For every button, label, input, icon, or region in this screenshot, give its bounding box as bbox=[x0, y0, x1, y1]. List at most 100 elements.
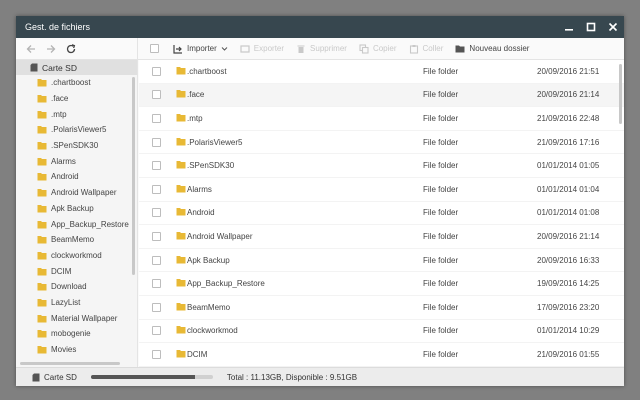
file-row[interactable]: .SPenSDK30 File folder 01/01/2014 01:05 bbox=[139, 154, 624, 178]
file-date: 20/09/2016 16:33 bbox=[537, 255, 600, 265]
tree-item-label: App_Backup_Restore bbox=[51, 219, 129, 229]
tree-item[interactable]: LazyList bbox=[16, 295, 137, 311]
file-row[interactable]: App_Backup_Restore File folder 19/09/2016 … bbox=[139, 272, 624, 296]
select-all-checkbox[interactable] bbox=[150, 44, 159, 53]
file-row[interactable]: Alarms File folder 01/01/2014 01:04 bbox=[139, 178, 624, 202]
folder-icon bbox=[176, 349, 186, 358]
file-row[interactable]: Android Wallpaper File folder 20/09/2016 2… bbox=[139, 225, 624, 249]
paste-button[interactable]: Coller bbox=[409, 44, 443, 54]
delete-button[interactable]: Supprimer bbox=[296, 44, 347, 54]
sidebar-vertical-scrollbar[interactable] bbox=[132, 77, 135, 275]
minimize-button[interactable] bbox=[558, 16, 580, 38]
folder-icon-wrap bbox=[176, 231, 186, 242]
file-name: Android bbox=[187, 208, 215, 218]
row-checkbox[interactable] bbox=[152, 255, 161, 265]
row-checkbox[interactable] bbox=[152, 326, 161, 336]
file-date: 01/01/2014 01:05 bbox=[537, 161, 600, 171]
toolbar: Importer Exporter Supprimer Copier Colle… bbox=[16, 37, 624, 60]
tree-item[interactable]: Apk Backup bbox=[16, 201, 137, 217]
file-row[interactable]: .mtp File folder 21/09/2016 22:48 bbox=[139, 107, 624, 131]
file-row[interactable]: clockworkmod File folder 01/01/2014 10:29 bbox=[139, 320, 624, 344]
folder-icon bbox=[455, 45, 465, 53]
new-folder-button[interactable]: Nouveau dossier bbox=[455, 44, 529, 53]
tree-item-label: Alarms bbox=[51, 156, 76, 166]
file-row[interactable]: BeamMemo File folder 17/09/2016 23:20 bbox=[139, 296, 624, 320]
file-type: File folder bbox=[423, 184, 459, 194]
sidebar-horizontal-scrollbar[interactable] bbox=[20, 362, 120, 365]
folder-icon bbox=[176, 231, 186, 240]
file-row[interactable]: .chartboost File folder 20/09/2016 21:51 bbox=[139, 60, 624, 84]
refresh-button[interactable] bbox=[64, 42, 78, 56]
storage-usage-bar bbox=[90, 375, 213, 379]
maximize-button[interactable] bbox=[580, 16, 602, 38]
row-checkbox[interactable] bbox=[152, 302, 161, 312]
tree-item-label: DCIM bbox=[51, 266, 72, 276]
file-type: File folder bbox=[423, 90, 459, 100]
back-button[interactable] bbox=[24, 42, 38, 56]
file-row[interactable]: Android File folder 01/01/2014 01:08 bbox=[139, 202, 624, 226]
folder-icon bbox=[176, 208, 186, 216]
tree-item[interactable]: mobogenie bbox=[16, 326, 137, 342]
import-button[interactable]: Importer bbox=[173, 44, 228, 54]
folder-icon bbox=[176, 302, 186, 311]
file-type: File folder bbox=[423, 161, 459, 171]
row-checkbox[interactable] bbox=[152, 137, 161, 147]
tree-item[interactable]: clockworkmod bbox=[16, 248, 137, 264]
file-type: File folder bbox=[423, 113, 459, 123]
file-list-scrollbar[interactable] bbox=[619, 64, 622, 124]
tree-item[interactable]: App_Backup_Restore bbox=[16, 216, 137, 232]
status-drive-label: Carte SD bbox=[44, 372, 77, 382]
tree-item[interactable]: .mtp bbox=[16, 106, 137, 122]
tree-item-label: .mtp bbox=[51, 109, 67, 119]
folder-icon bbox=[37, 189, 47, 197]
delete-label: Supprimer bbox=[310, 44, 347, 53]
row-checkbox[interactable] bbox=[152, 113, 161, 123]
file-name: BeamMemo bbox=[187, 302, 231, 312]
tree-item[interactable]: Movies bbox=[16, 342, 137, 358]
navigation-buttons bbox=[16, 37, 138, 60]
folder-icon bbox=[37, 314, 47, 323]
row-checkbox[interactable] bbox=[152, 66, 161, 76]
tree-item[interactable]: .PolarisViewer5 bbox=[16, 122, 137, 138]
forward-button[interactable] bbox=[44, 42, 58, 56]
copy-button[interactable]: Copier bbox=[359, 43, 397, 54]
row-checkbox[interactable] bbox=[152, 90, 161, 100]
arrow-left-icon bbox=[26, 44, 35, 53]
tree-item[interactable]: DCIM bbox=[16, 263, 137, 279]
row-checkbox[interactable] bbox=[152, 161, 161, 171]
tree-item[interactable]: Download bbox=[16, 279, 137, 295]
row-checkbox[interactable] bbox=[152, 208, 161, 218]
file-row[interactable]: DCIM File folder 21/09/2016 01:55 bbox=[139, 343, 624, 367]
tree-item[interactable]: .chartboost bbox=[16, 75, 137, 91]
paste-icon bbox=[409, 44, 418, 54]
export-button[interactable]: Exporter bbox=[240, 44, 284, 54]
folder-icon bbox=[37, 157, 47, 166]
row-checkbox[interactable] bbox=[152, 231, 161, 241]
close-button[interactable] bbox=[602, 16, 624, 38]
file-row[interactable]: .PolarisViewer5 File folder 21/09/2016 17:… bbox=[139, 131, 624, 155]
tree-item[interactable]: BeamMemo bbox=[16, 232, 137, 248]
new-folder-label: Nouveau dossier bbox=[469, 44, 530, 53]
tree-root-sd-card[interactable]: Carte SD bbox=[16, 60, 137, 75]
folder-icon bbox=[37, 173, 47, 181]
row-checkbox[interactable] bbox=[152, 184, 161, 194]
tree-item[interactable]: Material Wallpaper bbox=[16, 310, 137, 326]
file-type: File folder bbox=[423, 231, 459, 241]
folder-icon bbox=[37, 204, 47, 213]
tree-item[interactable]: .SPenSDK30 bbox=[16, 138, 137, 154]
file-date: 20/09/2016 21:14 bbox=[537, 231, 600, 241]
folder-icon bbox=[37, 220, 47, 229]
folder-icon-wrap bbox=[176, 349, 186, 360]
file-row[interactable]: .face File folder 20/09/2016 21:14 bbox=[139, 83, 624, 108]
file-row[interactable]: Apk Backup File folder 20/09/2016 16:33 bbox=[139, 249, 624, 273]
row-checkbox[interactable] bbox=[152, 349, 161, 359]
row-checkbox[interactable] bbox=[152, 279, 161, 289]
tree-item[interactable]: Android bbox=[16, 169, 137, 185]
tree-item[interactable]: Alarms bbox=[16, 153, 137, 169]
file-name: .chartboost bbox=[187, 66, 227, 76]
folder-icon bbox=[176, 184, 186, 193]
title-bar: Gest. de fichiers bbox=[16, 16, 624, 38]
tree-item[interactable]: .face bbox=[16, 91, 137, 107]
tree-item[interactable]: Android Wallpaper bbox=[16, 185, 137, 201]
tree-item-label: BeamMemo bbox=[51, 235, 95, 245]
